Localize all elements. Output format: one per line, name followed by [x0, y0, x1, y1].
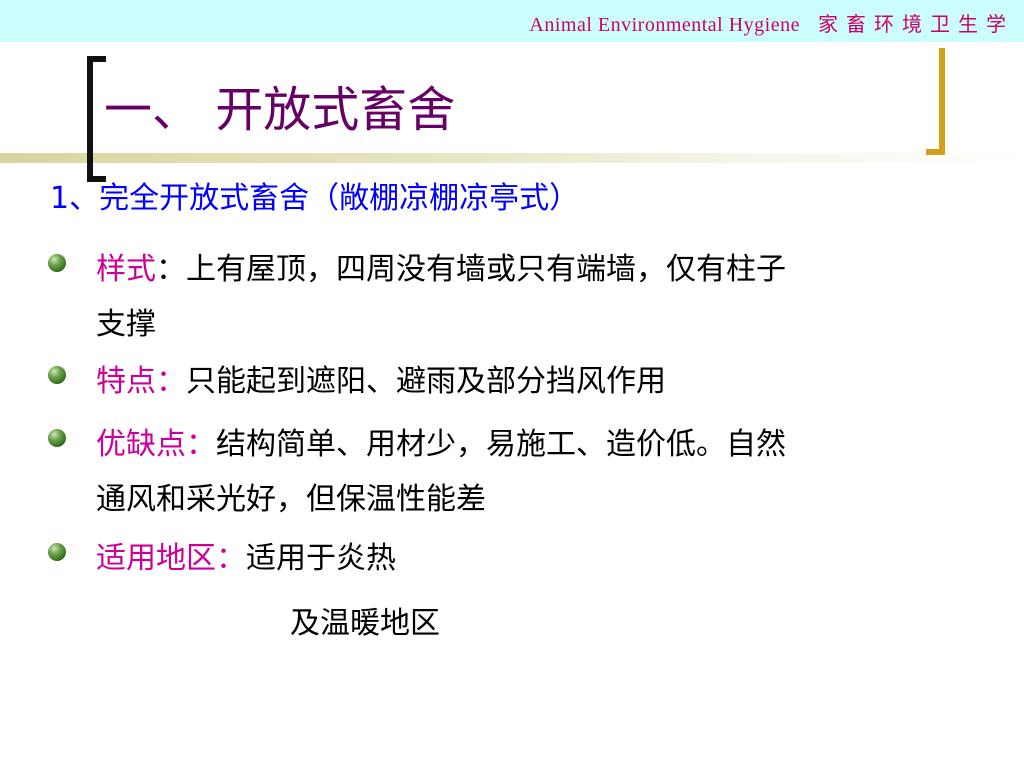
bullet-style: 样式：上有屋顶，四周没有墙或只有端墙，仅有柱子支撑 [44, 242, 814, 352]
bullet-content: 只能起到遮阳、避雨及部分挡风作用 [186, 364, 666, 399]
slide-title: 一、 开放式畜舍 [104, 82, 456, 138]
bullet-label: 优缺点： [96, 427, 216, 462]
section-heading: 1、完全开放式畜舍（敞棚凉棚凉亭式） [50, 181, 580, 216]
bullet-dot-icon [48, 366, 66, 384]
bullet-dot-icon [48, 254, 66, 272]
bullet-text: 特点：只能起到遮阳、避雨及部分挡风作用 [96, 354, 814, 409]
header-bar: Animal Environmental Hygiene 家畜环境卫生学 [0, 0, 1024, 42]
right-bracket-decoration [926, 48, 945, 155]
title-divider [0, 153, 1024, 163]
slide: Animal Environmental Hygiene 家畜环境卫生学 一、 开… [0, 0, 1024, 768]
bullet-label: 适用地区： [96, 541, 246, 576]
bullet-separator: ： [156, 252, 186, 287]
bullet-dot-icon [48, 543, 66, 561]
bullet-pros-cons: 优缺点：结构简单、用材少，易施工、造价低。自然通风和采光好，但保温性能差 [44, 417, 814, 527]
bullet-content: 适用于炎热 [246, 541, 396, 576]
course-title-en: Animal Environmental Hygiene [529, 14, 800, 36]
bullet-label: 样式 [96, 252, 156, 287]
bullet-text: 优缺点：结构简单、用材少，易施工、造价低。自然通风和采光好，但保温性能差 [96, 417, 814, 527]
course-title: Animal Environmental Hygiene 家畜环境卫生学 [529, 8, 1014, 37]
bullet-region: 适用地区：适用于炎热 [44, 531, 814, 586]
bullet-dot-icon [48, 429, 66, 447]
bullet-text: 样式：上有屋顶，四周没有墙或只有端墙，仅有柱子支撑 [96, 242, 814, 352]
bullet-features: 特点：只能起到遮阳、避雨及部分挡风作用 [44, 354, 814, 409]
bullet-label: 特点： [96, 364, 186, 399]
region-continuation: 及温暖地区 [290, 606, 440, 641]
course-title-cn: 家畜环境卫生学 [818, 14, 1014, 36]
bullet-content: 上有屋顶，四周没有墙或只有端墙，仅有柱子支撑 [96, 252, 786, 342]
bullet-text: 适用地区：适用于炎热 [96, 531, 814, 586]
